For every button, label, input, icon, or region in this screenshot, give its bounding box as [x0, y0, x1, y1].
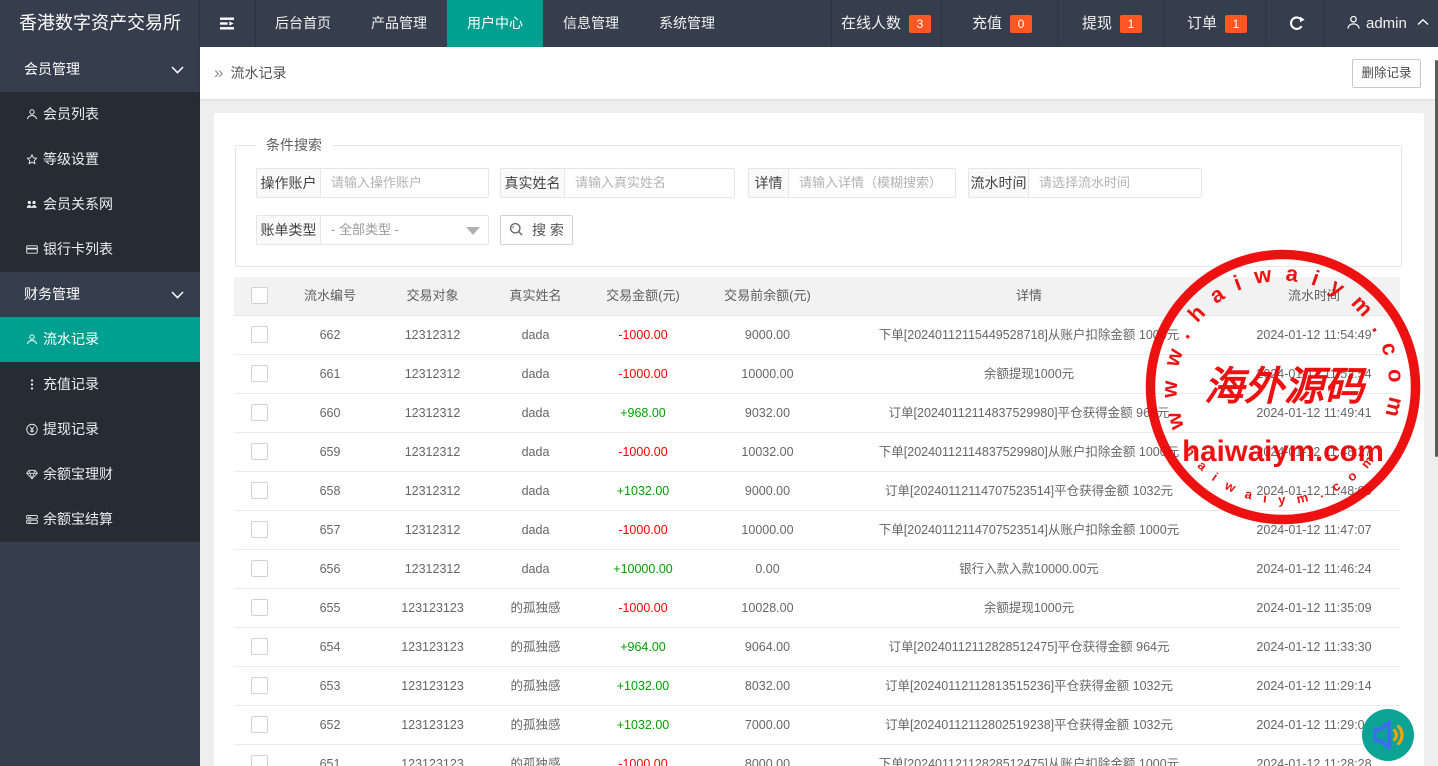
svg-text:海外源码: 海外源码	[1204, 364, 1367, 409]
svg-text:haiwaiym.com: haiwaiym.com	[1182, 435, 1384, 468]
